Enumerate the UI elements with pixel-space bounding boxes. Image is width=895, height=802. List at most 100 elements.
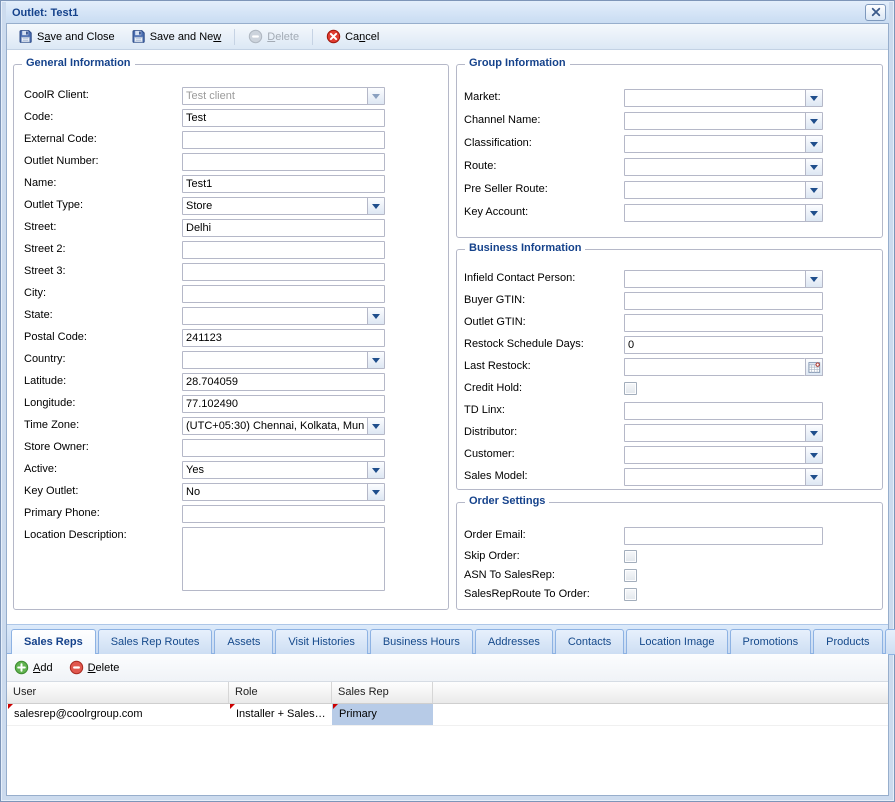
chevron-down-icon[interactable] [367,198,384,214]
field-row-route: Route: [464,158,875,176]
coolr-client-combo[interactable]: Test client [182,87,385,105]
td-linx-input[interactable] [624,402,823,420]
chevron-down-icon[interactable] [805,469,822,485]
external-code-input[interactable] [182,131,385,149]
chevron-down-icon[interactable] [805,136,822,152]
chevron-down-icon[interactable] [805,90,822,106]
channel-name-combo-value [625,113,805,129]
primary-phone-input[interactable] [182,505,385,523]
field-row-street-3: Street 3: [24,263,438,281]
field-label-outlet-gtin: Outlet GTIN: [464,314,624,328]
order-email-input[interactable] [624,527,823,545]
chevron-down-icon[interactable] [805,447,822,463]
field-row-outlet-number: Outlet Number: [24,153,438,171]
infield-contact-person-combo[interactable] [624,270,823,288]
field-row-longitude: Longitude: [24,395,438,413]
latitude-input[interactable] [182,373,385,391]
grid-delete-button[interactable]: Delete [69,660,120,675]
restock-schedule-days-input[interactable] [624,336,823,354]
customer-combo[interactable] [624,446,823,464]
chevron-down-icon[interactable] [367,88,384,104]
column-header-sales-rep[interactable]: Sales Rep [332,682,433,703]
name-input[interactable] [182,175,385,193]
field-row-infield-contact-person: Infield Contact Person: [464,270,875,288]
grid-cell-sales-rep[interactable]: Primary [332,704,433,725]
field-row-street: Street: [24,219,438,237]
active-combo[interactable]: Yes [182,461,385,479]
location-description-textarea[interactable] [182,527,385,591]
chevron-down-icon[interactable] [805,113,822,129]
chevron-down-icon[interactable] [805,182,822,198]
buyer-gtin-input[interactable] [624,292,823,310]
time-zone-combo[interactable]: (UTC+05:30) Chennai, Kolkata, Mun [182,417,385,435]
skip-order-checkbox[interactable] [624,550,637,563]
chevron-down-icon[interactable] [367,352,384,368]
grid-cell-role[interactable]: Installer + Sales… [229,704,332,725]
street-input[interactable] [182,219,385,237]
market-combo[interactable] [624,89,823,107]
key-outlet-combo[interactable]: No [182,483,385,501]
country-combo[interactable] [182,351,385,369]
calendar-icon[interactable] [805,358,823,376]
close-button[interactable] [865,4,886,21]
chevron-down-icon[interactable] [805,271,822,287]
pre-seller-route-combo[interactable] [624,181,823,199]
tab-images[interactable]: Images [885,629,895,655]
tab-assets[interactable]: Assets [214,629,273,655]
grid-cell-user[interactable]: salesrep@coolrgroup.com [7,704,229,725]
column-header-role[interactable]: Role [229,682,332,703]
chevron-down-icon[interactable] [805,205,822,221]
credit-hold-checkbox[interactable] [624,382,637,395]
tab-addresses[interactable]: Addresses [475,629,553,655]
field-label-outlet-number: Outlet Number: [24,153,182,167]
tab-contacts[interactable]: Contacts [555,629,624,655]
postal-code-input[interactable] [182,329,385,347]
column-header-user[interactable]: User [7,682,229,703]
grid-rows: salesrep@coolrgroup.comInstaller + Sales… [7,704,888,726]
outlet-gtin-input[interactable] [624,314,823,332]
chevron-down-icon[interactable] [367,418,384,434]
chevron-down-icon[interactable] [805,159,822,175]
classification-combo[interactable] [624,135,823,153]
field-row-code: Code: [24,109,438,127]
tab-visit-histories[interactable]: Visit Histories [275,629,367,655]
code-input[interactable] [182,109,385,127]
state-combo[interactable] [182,307,385,325]
tab-sales-reps[interactable]: Sales Reps [11,629,96,655]
outlet-type-combo[interactable]: Store [182,197,385,215]
label-part: w [213,31,221,43]
tab-sales-rep-routes[interactable]: Sales Rep Routes [98,629,213,655]
outlet-number-input[interactable] [182,153,385,171]
longitude-input[interactable] [182,395,385,413]
route-combo[interactable] [624,158,823,176]
key-account-combo[interactable] [624,204,823,222]
delete-button[interactable]: Delete [241,26,306,47]
chevron-down-icon[interactable] [367,308,384,324]
tab-location-image[interactable]: Location Image [626,629,727,655]
street-2-input[interactable] [182,241,385,259]
save-and-close-button[interactable]: Save and Close [11,26,122,47]
last-restock-input[interactable] [624,358,805,376]
bottom-tab-panel: Sales RepsSales Rep RoutesAssetsVisit Hi… [7,624,888,795]
chevron-down-icon[interactable] [805,425,822,441]
chevron-down-icon[interactable] [367,462,384,478]
field-label-location-description: Location Description: [24,527,182,541]
sales-model-combo[interactable] [624,468,823,486]
distributor-combo[interactable] [624,424,823,442]
save-and-new-button[interactable]: Save and New [124,26,229,47]
field-row-channel-name: Channel Name: [464,112,875,130]
cancel-button[interactable]: Cancel [319,26,386,47]
city-input[interactable] [182,285,385,303]
table-row[interactable]: salesrep@coolrgroup.comInstaller + Sales… [7,704,888,726]
tab-business-hours[interactable]: Business Hours [370,629,473,655]
tab-promotions[interactable]: Promotions [730,629,812,655]
add-button[interactable]: Add [14,660,53,675]
asn-to-salesrep-checkbox[interactable] [624,569,637,582]
tab-products[interactable]: Products [813,629,882,655]
street-3-input[interactable] [182,263,385,281]
chevron-down-icon[interactable] [367,484,384,500]
field-row-last-restock: Last Restock: [464,358,875,376]
channel-name-combo[interactable] [624,112,823,130]
store-owner-input[interactable] [182,439,385,457]
salesreproute-to-order-checkbox[interactable] [624,588,637,601]
